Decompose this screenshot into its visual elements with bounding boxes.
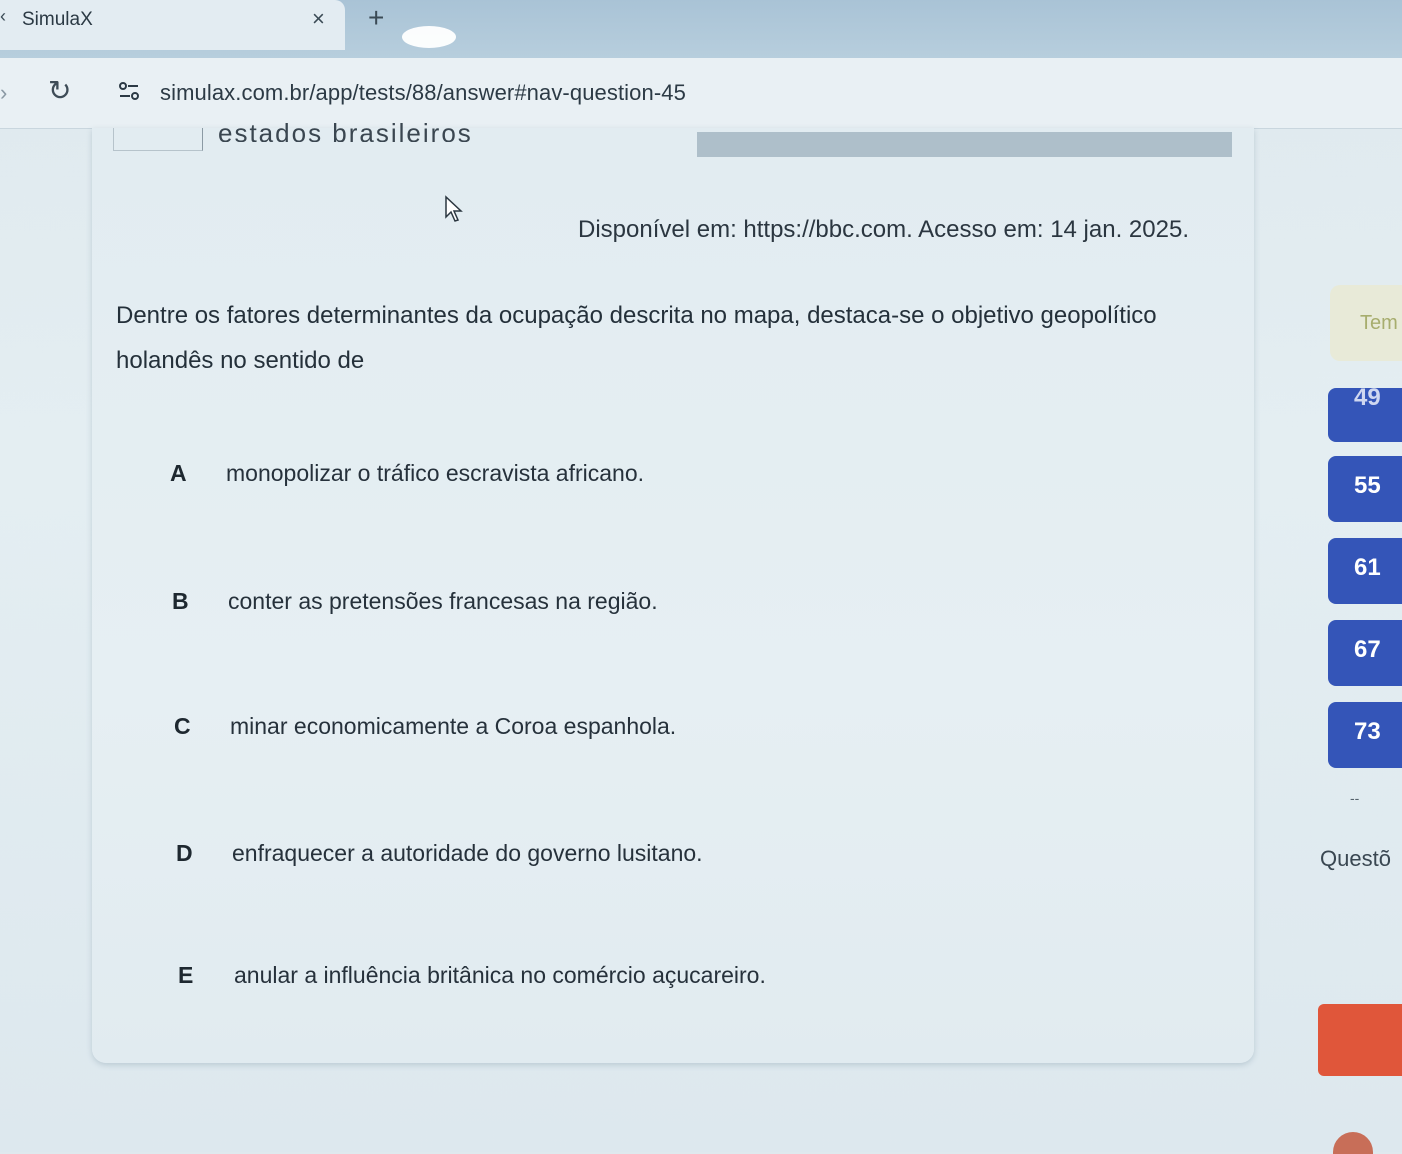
option-letter: B [172,588,189,614]
option-text: minar economicamente a Coroa espanhola. [230,713,677,739]
option-a[interactable]: Amonopolizar o tráfico escravista africa… [170,460,644,487]
timer-label: Tem [1360,312,1398,334]
option-letter: A [170,460,187,486]
browser-tab-bar: ‹ SimulaX × + [0,0,1402,58]
option-e[interactable]: Eanular a influência britânica no comérc… [178,962,766,989]
mouse-cursor-icon [445,195,463,222]
forward-icon[interactable]: › [0,80,7,106]
browser-toolbar: › ↻ simulax.com.br/app/tests/88/answer#n… [0,58,1402,129]
option-text: enfraquecer a autoridade do governo lusi… [232,840,703,866]
option-letter: C [174,713,191,739]
tab-title: SimulaX [22,9,93,30]
new-tab-button[interactable]: + [368,2,384,34]
question-nav-61[interactable]: 61 [1328,538,1402,604]
site-settings-icon[interactable] [118,80,140,102]
map-image-strip [697,132,1232,157]
address-bar-url[interactable]: simulax.com.br/app/tests/88/answer#nav-q… [160,80,686,106]
screen-glare [402,26,456,48]
nav-separator: -- [1350,790,1360,806]
option-text: monopolizar o tráfico escravista african… [226,460,645,486]
option-text: anular a influência britânica no comérci… [234,962,766,988]
floating-widget[interactable] [1333,1132,1373,1154]
option-c[interactable]: Cminar economicamente a Coroa espanhola. [174,713,676,740]
option-letter: E [178,962,194,988]
question-nav-49[interactable]: 49 [1328,386,1402,442]
option-text: conter as pretensões francesas na região… [228,588,658,614]
questions-label: Questõ [1320,846,1391,871]
map-caption-fragment: estados brasileiros [218,118,473,142]
question-nav-73[interactable]: 73 [1328,702,1402,768]
question-nav-67[interactable]: 67 [1328,620,1402,686]
source-citation: Disponível em: https://bbc.com. Acesso e… [578,216,1189,243]
map-image-edge [113,128,203,151]
option-letter: D [176,840,193,866]
browser-tab[interactable]: ‹ SimulaX × [0,0,345,50]
finish-button[interactable] [1318,1004,1402,1076]
question-nav-55[interactable]: 55 [1328,456,1402,522]
reload-icon[interactable]: ↻ [48,74,71,107]
question-prompt: Dentre os fatores determinantes da ocupa… [116,302,1157,374]
option-d[interactable]: Denfraquecer a autoridade do governo lus… [176,840,703,867]
option-b[interactable]: Bconter as pretensões francesas na regiã… [172,588,658,615]
tab-close-button[interactable]: × [312,6,325,32]
chevron-left-icon: ‹ [0,6,6,26]
